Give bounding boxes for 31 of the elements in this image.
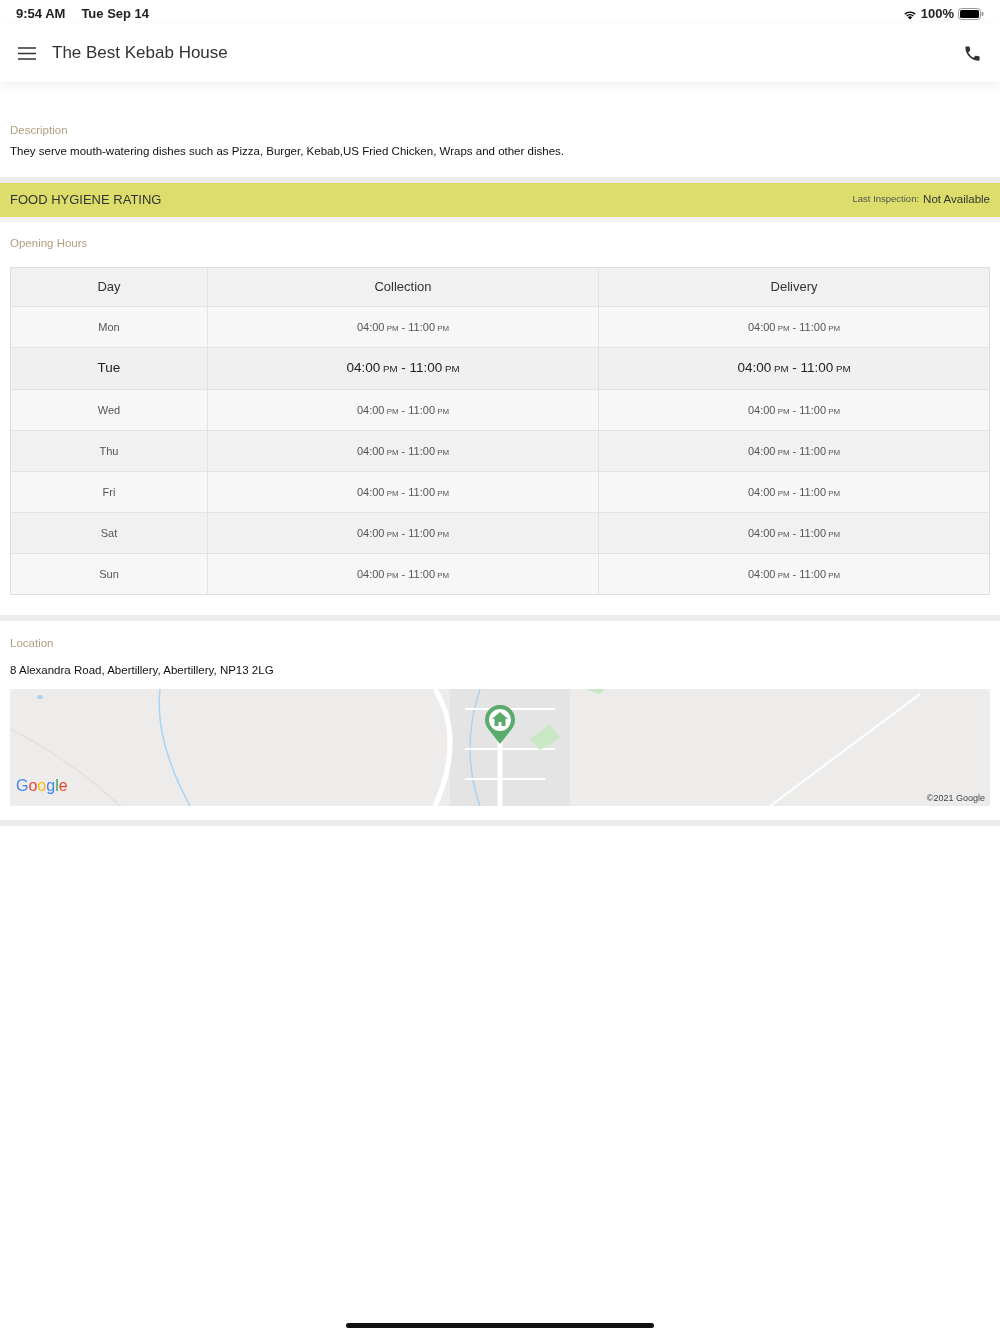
inspection-label: Last Inspection: <box>852 192 920 207</box>
map-logo: Google <box>16 776 68 797</box>
status-date: Tue Sep 14 <box>81 5 150 24</box>
column-header: Delivery <box>598 267 989 306</box>
day-cell-text: Wed <box>97 402 121 418</box>
status-time: 9:54 AM <box>16 5 66 24</box>
hygiene-title: FOOD HYGIENE RATING <box>10 190 162 209</box>
day-cell-text: Sun <box>99 566 119 582</box>
day-cell-text: Sat <box>100 525 118 541</box>
day-cell-text: Mon <box>98 319 120 335</box>
day-cell-text: Thu <box>99 443 119 459</box>
day-cell-text: Tue <box>97 359 121 378</box>
address-text: 8 Alexandra Road, Abertillery, Abertillery, NP13 2LG <box>9 663 275 678</box>
battery-icon <box>958 8 984 20</box>
location-pin-icon <box>484 705 516 746</box>
battery-percent: 100% <box>920 5 954 24</box>
page-title: The Best Kebab House <box>52 42 228 65</box>
column-header: Day <box>96 278 122 296</box>
map-attribution: ©2021 Google <box>926 791 985 805</box>
day-cell-text: Fri <box>102 484 116 500</box>
collection-hours: 04:00 PM - 11:00 PM <box>346 359 460 378</box>
menu-button[interactable] <box>18 46 36 60</box>
section-label: Opening Hours <box>9 235 89 251</box>
column-header: Collection <box>207 267 598 306</box>
inspection-value: Not Available <box>923 191 990 207</box>
wifi-icon <box>902 8 917 20</box>
delivery-hours: 04:00 PM - 11:00 PM <box>737 359 851 378</box>
section-label: Location <box>9 635 55 651</box>
section-label: Description <box>10 123 69 138</box>
phone-icon[interactable] <box>963 43 982 63</box>
description-text: They serve mouth-watering dishes such as Pizza, Burger, Kebab,US Fried Chicken, Wraps and other dishes. <box>10 144 565 160</box>
